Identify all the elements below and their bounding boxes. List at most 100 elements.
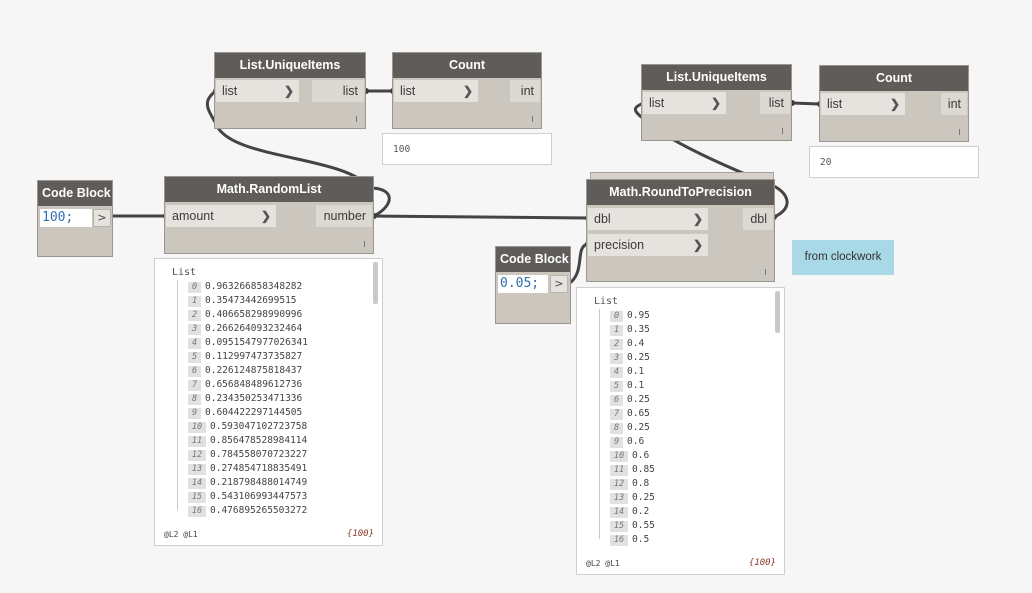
list-item: 9 0.6 <box>610 435 644 449</box>
list-value: 0.1 <box>627 380 645 391</box>
list-value: 0.476895265503272 <box>210 505 308 516</box>
list-index: 13 <box>188 463 206 475</box>
list-value: 0.543106993447573 <box>210 491 308 502</box>
output-port-int[interactable]: int <box>510 80 540 102</box>
list-value: 0.8 <box>632 478 650 489</box>
list-item: 6 0.226124875818437 <box>188 364 302 378</box>
input-port-list[interactable]: list ❯ <box>821 93 905 115</box>
list-levels[interactable]: @L2 @L1 <box>164 530 198 539</box>
list-item: 12 0.784558070723227 <box>188 448 307 462</box>
list-index: 0 <box>188 281 201 293</box>
node-title[interactable]: Math.RoundToPrecision <box>587 180 774 205</box>
count-preview-left: 100 <box>382 133 552 165</box>
chevron-right-icon: ❯ <box>889 97 900 111</box>
port-label: list <box>222 84 238 98</box>
input-port-dbl[interactable]: dbl ❯ <box>588 208 708 230</box>
list-value: 0.55 <box>632 520 655 531</box>
list-index: 0 <box>610 310 623 322</box>
node-title[interactable]: List.UniqueItems <box>642 65 791 90</box>
list-item: 14 0.218798488014749 <box>188 476 307 490</box>
list-item: 1 0.35 <box>610 323 650 337</box>
list-index: 16 <box>188 505 206 517</box>
node-title[interactable]: Code Block <box>496 247 570 272</box>
scrollbar-thumb[interactable] <box>775 291 780 333</box>
output-port-int[interactable]: int <box>941 93 967 115</box>
list-value: 0.784558070723227 <box>210 449 308 460</box>
list-item: 9 0.604422297144505 <box>188 406 302 420</box>
watch-preview-roundtoprecision[interactable]: List 0 0.95 1 0.35 2 0.4 3 0.25 4 0.1 5 0.1 6 0.25 7 0.… <box>576 287 785 575</box>
node-title[interactable]: List.UniqueItems <box>215 53 365 78</box>
list-value: 0.963266858348282 <box>205 281 303 292</box>
node-list-uniqueitems-right[interactable]: List.UniqueItems list ❯ list <box>641 64 792 141</box>
input-port-precision[interactable]: precision ❯ <box>588 234 708 256</box>
list-value: 0.856478528984114 <box>210 435 308 446</box>
output-port-dbl[interactable]: dbl <box>743 208 773 230</box>
code-editor[interactable]: 0.05; <box>498 275 548 293</box>
node-list-uniqueitems-left[interactable]: List.UniqueItems list ❯ list <box>214 52 366 129</box>
note-from-clockwork[interactable]: from clockwork <box>792 240 894 275</box>
output-port[interactable]: > <box>550 275 568 293</box>
output-port-number[interactable]: number <box>316 205 372 227</box>
list-item: 13 0.274854718835491 <box>188 462 307 476</box>
list-index: 6 <box>610 394 623 406</box>
list-value: 0.85 <box>632 464 655 475</box>
node-math-roundtoprecision[interactable]: Math.RoundToPrecision dbl ❯ precision ❯ … <box>586 179 775 282</box>
list-value: 0.6 <box>627 436 645 447</box>
list-value: 0.234350253471336 <box>205 393 303 404</box>
output-port-list[interactable]: list <box>312 80 364 102</box>
port-label: list <box>768 96 784 110</box>
list-item: 5 0.112997473735827 <box>188 350 302 364</box>
list-item: 13 0.25 <box>610 491 655 505</box>
list-value: 0.25 <box>627 352 650 363</box>
wire-number-to-dbl <box>372 214 590 220</box>
list-item: 16 0.476895265503272 <box>188 504 307 518</box>
list-item: 0 0.963266858348282 <box>188 280 302 294</box>
port-label: list <box>827 97 843 111</box>
node-count-right[interactable]: Count list ❯ int <box>819 65 969 142</box>
list-index: 2 <box>188 309 201 321</box>
scrollbar-thumb[interactable] <box>373 262 378 304</box>
watch-preview-randomlist[interactable]: List 0 0.963266858348282 1 0.35473442699515… <box>154 258 383 546</box>
list-item: 11 0.85 <box>610 463 655 477</box>
node-title[interactable]: Count <box>820 66 968 91</box>
list-index: 9 <box>188 407 201 419</box>
list-levels[interactable]: @L2 @L1 <box>586 559 620 568</box>
list-item: 6 0.25 <box>610 393 650 407</box>
node-code-block-left[interactable]: Code Block 100; > <box>37 180 113 257</box>
input-port-list[interactable]: list ❯ <box>643 92 726 114</box>
input-port-amount[interactable]: amount ❯ <box>166 205 276 227</box>
input-port-list[interactable]: list ❯ <box>394 80 478 102</box>
list-index: 3 <box>610 352 623 364</box>
list-index: 10 <box>188 421 206 433</box>
list-item: 1 0.35473442699515 <box>188 294 297 308</box>
list-index: 9 <box>610 436 623 448</box>
port-label: int <box>520 84 534 98</box>
list-value: 0.35473442699515 <box>205 295 297 306</box>
node-title[interactable]: Math.RandomList <box>165 177 373 202</box>
list-index: 15 <box>610 520 628 532</box>
list-item: 15 0.543106993447573 <box>188 490 307 504</box>
node-stack-shadow <box>590 172 774 179</box>
node-code-block-right[interactable]: Code Block 0.05; > <box>495 246 571 324</box>
list-value: 0.35 <box>627 324 650 335</box>
list-value: 0.593047102723758 <box>210 421 308 432</box>
node-title[interactable]: Code Block <box>38 181 112 206</box>
list-value: 0.226124875818437 <box>205 365 303 376</box>
node-title[interactable]: Count <box>393 53 541 78</box>
port-label: dbl <box>750 212 767 226</box>
output-port-list[interactable]: list <box>760 92 790 114</box>
list-item: 14 0.2 <box>610 505 649 519</box>
list-item: 4 0.0951547977026341 <box>188 336 308 350</box>
output-port[interactable]: > <box>93 209 111 227</box>
port-label: list <box>342 84 358 98</box>
list-item: 3 0.266264093232464 <box>188 322 302 336</box>
list-value: 0.95 <box>627 310 650 321</box>
list-value: 0.4 <box>627 338 645 349</box>
node-math-randomlist[interactable]: Math.RandomList amount ❯ number <box>164 176 374 254</box>
input-port-list[interactable]: list ❯ <box>216 80 299 102</box>
code-editor[interactable]: 100; <box>40 209 92 227</box>
node-count-left[interactable]: Count list ❯ int <box>392 52 542 129</box>
port-label: amount <box>172 209 214 223</box>
list-item: 5 0.1 <box>610 379 644 393</box>
list-value: 0.218798488014749 <box>210 477 308 488</box>
